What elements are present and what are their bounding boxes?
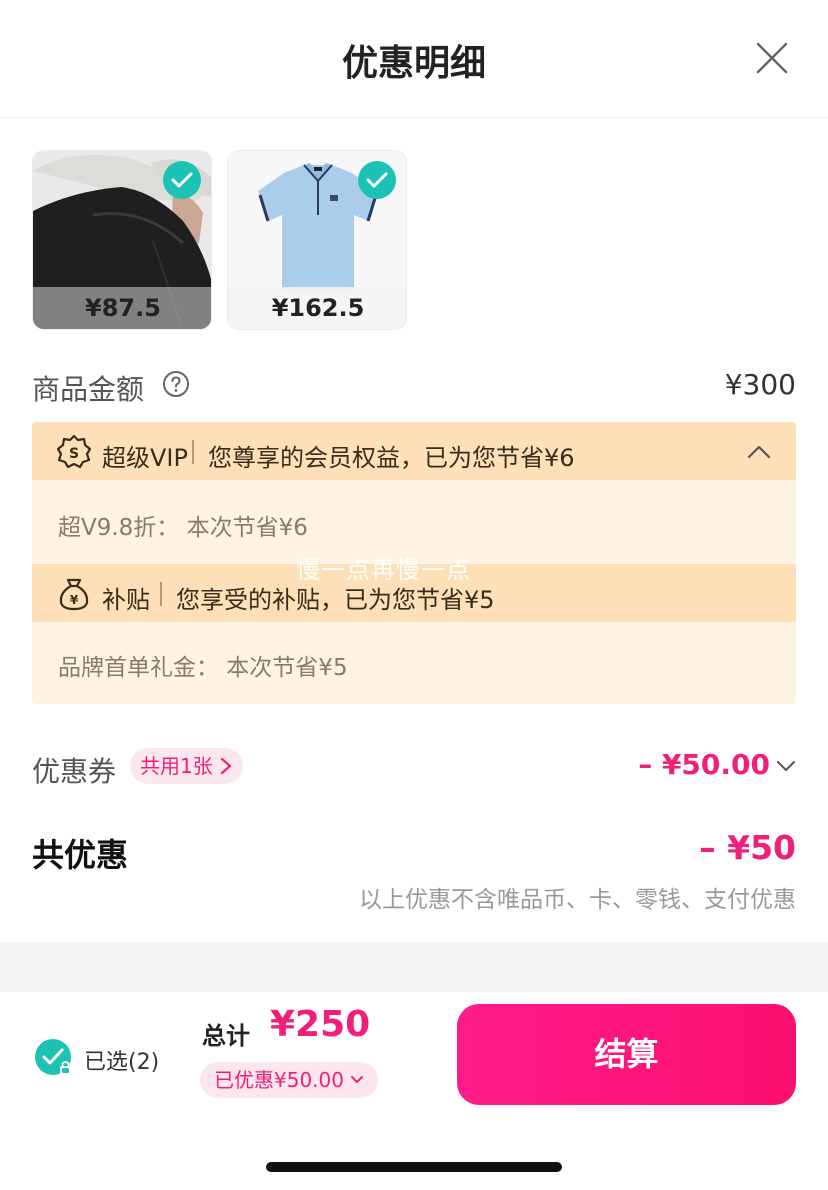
sheet-title: 优惠明细 <box>341 43 486 84</box>
subsidy-desc: 您享受的补贴，已为您节省¥5 <box>176 586 495 614</box>
money-bag-icon: ¥ <box>59 578 89 611</box>
discount-detail-sheet: 优惠明细 ¥87.5 ¥162.5 商品金额 ¥300 S 超级VIP 您尊享的… <box>0 0 828 1190</box>
selected-count: 已选(2) <box>84 1050 160 1075</box>
band-divider <box>160 582 162 606</box>
close-icon[interactable] <box>752 38 792 78</box>
chevron-down-icon <box>350 1076 363 1083</box>
vip-detail: 超V9.8折： 本次节省¥6 <box>58 515 308 541</box>
vip-band[interactable]: S 超级VIP 您尊享的会员权益，已为您节省¥6 <box>32 422 796 480</box>
saved-amount-pill[interactable]: 已优惠¥50.00 <box>200 1062 378 1098</box>
coupon-tag[interactable]: 共用1张 <box>130 748 243 784</box>
question-icon[interactable] <box>162 370 190 398</box>
vip-name: 超级VIP <box>102 444 188 472</box>
subsidy-name: 补贴 <box>102 586 150 614</box>
coupon-value: – ¥50.00 <box>638 748 770 781</box>
goods-amount-value: ¥300 <box>724 368 796 401</box>
subsidy-detail: 品牌首单礼金： 本次节省¥5 <box>58 655 348 681</box>
watermark-text: 慢一点再慢一点 <box>296 556 471 584</box>
select-all-check-icon[interactable] <box>34 1038 74 1078</box>
selected-check-icon[interactable] <box>163 161 201 199</box>
coupon-tag-label: 共用1张 <box>140 754 213 778</box>
vip-desc: 您尊享的会员权益，已为您节省¥6 <box>208 444 575 472</box>
total-discount-value: – ¥50 <box>699 828 796 867</box>
total-discount-label: 共优惠 <box>32 836 129 874</box>
product-item[interactable]: ¥162.5 <box>227 150 407 330</box>
discount-note: 以上优惠不含唯品币、卡、零钱、支付优惠 <box>359 887 796 913</box>
goods-amount-label: 商品金额 <box>32 373 145 406</box>
goods-amount-row: 商品金额 ¥300 <box>32 366 796 410</box>
product-item[interactable]: ¥87.5 <box>32 150 212 330</box>
home-indicator <box>266 1162 562 1172</box>
band-divider <box>192 440 194 464</box>
coupon-label: 优惠券 <box>32 755 117 788</box>
section-divider <box>0 942 828 992</box>
product-price: ¥162.5 <box>228 287 406 329</box>
benefits-panel: S 超级VIP 您尊享的会员权益，已为您节省¥6 超V9.8折： 本次节省¥6 … <box>32 422 796 704</box>
total-label: 总计 <box>202 1022 250 1050</box>
selected-check-icon[interactable] <box>358 161 396 199</box>
total-value: ¥250 <box>270 1004 371 1045</box>
chevron-down-icon[interactable] <box>776 756 796 776</box>
vip-badge-icon: S <box>56 434 92 469</box>
chevron-up-icon[interactable] <box>746 440 772 464</box>
sheet-header: 优惠明细 <box>0 0 828 118</box>
coupon-row[interactable]: 优惠券 共用1张 – ¥50.00 <box>32 746 796 790</box>
svg-text:S: S <box>69 446 79 462</box>
checkout-button[interactable]: 结算 <box>457 1004 796 1105</box>
checkout-bar: 已选(2) 总计 ¥250 已优惠¥50.00 结算 <box>0 992 828 1190</box>
product-price: ¥87.5 <box>33 287 211 329</box>
chevron-right-icon <box>220 757 231 775</box>
svg-text:¥: ¥ <box>70 593 79 607</box>
saved-amount-label: 已优惠¥50.00 <box>214 1068 344 1092</box>
